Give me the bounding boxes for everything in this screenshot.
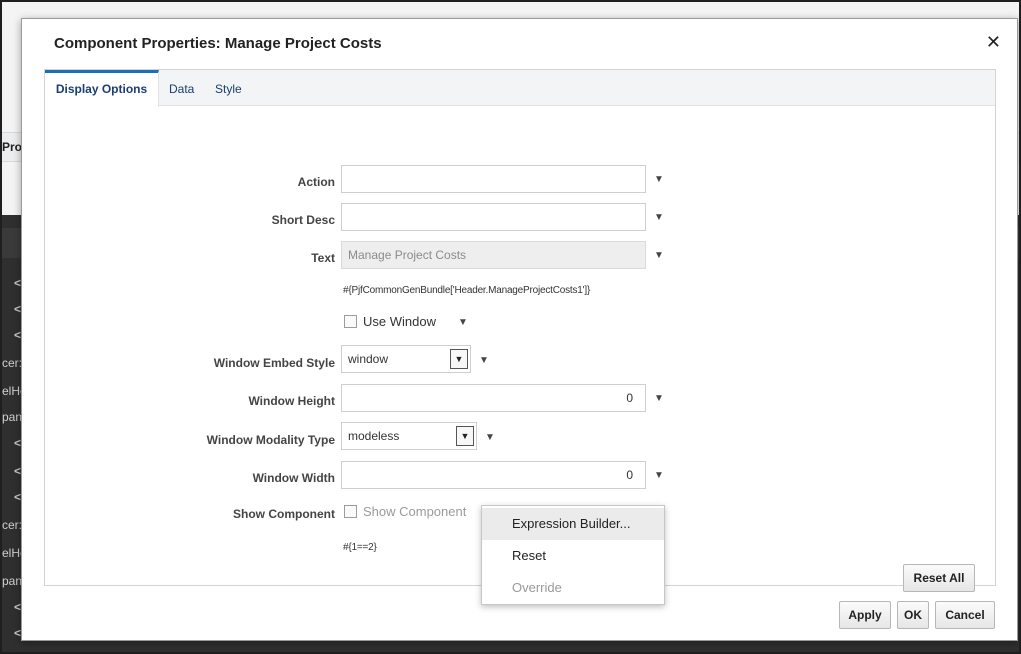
- tab-strip: Display Options Data Style: [45, 70, 995, 107]
- cancel-button[interactable]: Cancel: [935, 601, 995, 629]
- show-component-context-menu: Expression Builder... Reset Override: [481, 505, 665, 605]
- background-fragment: cer:: [2, 518, 23, 532]
- text-label: Text: [311, 251, 335, 265]
- action-field[interactable]: [341, 165, 646, 193]
- window-modality-type-dropdown-icon[interactable]: ▼: [485, 432, 495, 443]
- window-modality-type-select[interactable]: modeless ▼: [341, 422, 477, 450]
- menu-item-override: Override: [512, 580, 562, 595]
- checkbox-icon[interactable]: [344, 505, 357, 518]
- short-desc-dropdown-icon[interactable]: ▼: [654, 212, 664, 223]
- window-width-field[interactable]: 0: [341, 461, 646, 489]
- text-expression-hint: #{PjfCommonGenBundle['Header.ManageProje…: [343, 285, 591, 296]
- window-embed-style-label: Window Embed Style: [213, 356, 335, 370]
- window-embed-style-select[interactable]: window ▼: [341, 345, 471, 373]
- apply-button[interactable]: Apply: [839, 601, 891, 629]
- window-width-label: Window Width: [252, 471, 335, 485]
- short-desc-label: Short Desc: [271, 213, 335, 227]
- window-height-field[interactable]: 0: [341, 384, 646, 412]
- action-label: Action: [297, 175, 335, 189]
- menu-item-expression-builder[interactable]: Expression Builder...: [482, 508, 664, 540]
- tab-style[interactable]: Style: [215, 70, 242, 106]
- window-height-dropdown-icon[interactable]: ▼: [654, 393, 664, 404]
- window-embed-style-dropdown-icon[interactable]: ▼: [479, 355, 489, 366]
- window-modality-type-value: modeless: [348, 429, 400, 443]
- ok-button[interactable]: OK: [897, 601, 929, 629]
- window-modality-type-label: Window Modality Type: [206, 433, 335, 447]
- background-fragment: pan: [2, 574, 23, 588]
- text-field[interactable]: Manage Project Costs: [341, 241, 646, 269]
- show-component-label: Show Component: [233, 507, 335, 521]
- chevron-down-icon[interactable]: ▼: [456, 426, 474, 446]
- text-dropdown-icon[interactable]: ▼: [654, 250, 664, 261]
- chevron-down-icon[interactable]: ▼: [450, 349, 468, 369]
- checkbox-icon[interactable]: [344, 315, 357, 328]
- window-embed-style-value: window: [348, 352, 389, 366]
- tab-display-options[interactable]: Display Options: [45, 70, 159, 107]
- action-dropdown-icon[interactable]: ▼: [654, 174, 664, 185]
- background-fragment: cer:: [2, 356, 23, 370]
- background-fragment: pan: [2, 410, 23, 424]
- reset-all-button[interactable]: Reset All: [903, 564, 975, 592]
- show-component-expression-hint: #{1==2}: [343, 542, 377, 553]
- tab-data[interactable]: Data: [169, 70, 194, 106]
- dialog-title: Component Properties: Manage Project Cos…: [54, 35, 382, 52]
- menu-item-reset[interactable]: Reset: [482, 540, 664, 572]
- show-component-checkbox-label: Show Component: [363, 504, 467, 519]
- close-icon[interactable]: ✕: [986, 32, 1001, 53]
- window-width-dropdown-icon[interactable]: ▼: [654, 470, 664, 481]
- window-height-label: Window Height: [248, 394, 335, 408]
- use-window-checkbox[interactable]: Use Window: [344, 314, 436, 329]
- show-component-checkbox[interactable]: Show Component: [344, 504, 466, 519]
- use-window-dropdown-icon[interactable]: ▼: [458, 317, 468, 328]
- short-desc-field[interactable]: [341, 203, 646, 231]
- use-window-label: Use Window: [363, 314, 436, 329]
